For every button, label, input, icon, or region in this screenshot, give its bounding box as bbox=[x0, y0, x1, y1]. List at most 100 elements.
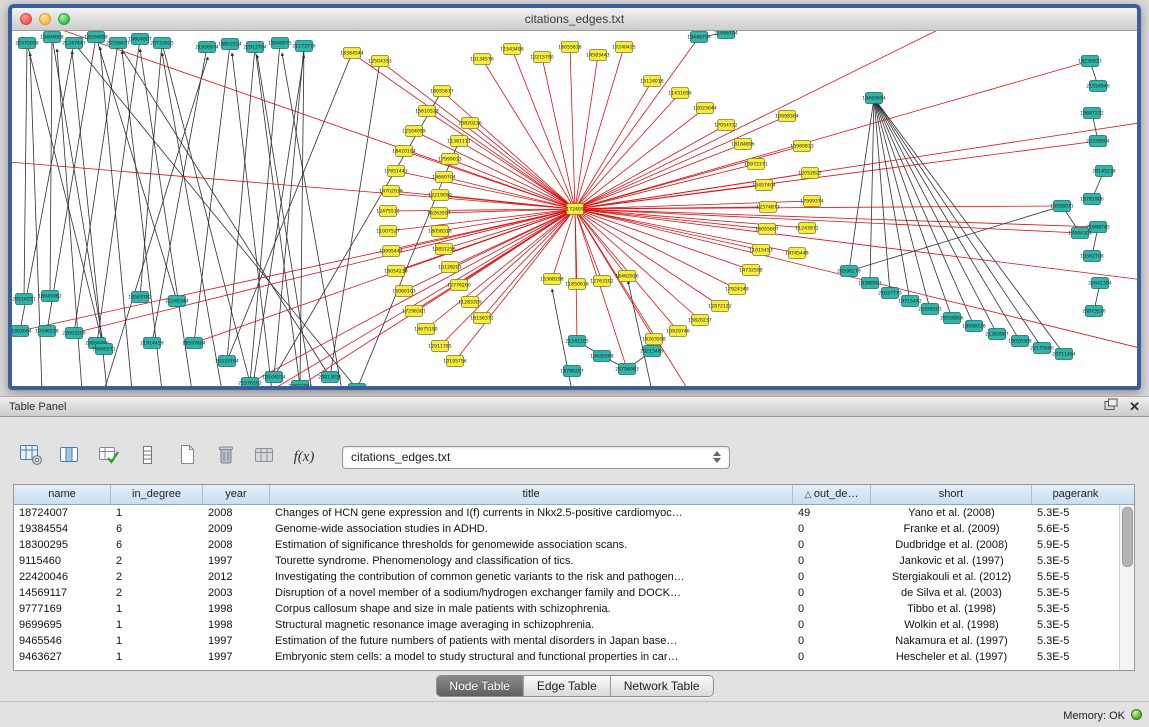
table-body: 1872400712008Changes of HCN gene express… bbox=[14, 505, 1120, 665]
graph-node-label: 10972371 bbox=[744, 162, 767, 168]
graph-node-label: 19995444 bbox=[379, 249, 402, 255]
graph-node-label: 11543498 bbox=[500, 47, 523, 53]
vertical-scrollbar[interactable] bbox=[1119, 505, 1134, 670]
table-cell: 1998 bbox=[203, 601, 270, 617]
graph-node-label: 18384544 bbox=[340, 51, 363, 57]
network-window-titlebar[interactable]: citations_edges.txt bbox=[12, 8, 1137, 31]
table-cell: Yano et al. (2008) bbox=[871, 505, 1032, 521]
close-panel-icon[interactable]: ✕ bbox=[1129, 400, 1140, 413]
graph-node-label: 16263598 bbox=[642, 337, 665, 343]
graph-node-label: 19715442 bbox=[898, 299, 921, 305]
sort-ascending-icon: △ bbox=[804, 489, 813, 499]
tab-node-table[interactable]: Node Table bbox=[436, 676, 523, 696]
graph-node-label: 19435568 bbox=[590, 354, 613, 360]
graph-node-label: 17004308 bbox=[1068, 231, 1091, 237]
table-row[interactable]: 2242004622012Investigating the contribut… bbox=[14, 569, 1120, 585]
graph-node-label: 11850618 bbox=[565, 282, 588, 288]
table-cell: Estimation of the future numbers of pati… bbox=[270, 633, 793, 649]
import-table-icon bbox=[254, 445, 276, 470]
table-cell: Stergiakouli et al. (2012) bbox=[871, 569, 1032, 585]
table-row[interactable]: 1872400712008Changes of HCN gene express… bbox=[14, 505, 1120, 521]
table-cell: 2 bbox=[111, 553, 203, 569]
table-row[interactable]: 1456911722003Disruption of a novel membe… bbox=[14, 585, 1120, 601]
column-header-short[interactable]: short bbox=[871, 485, 1032, 505]
row-height-button[interactable] bbox=[133, 443, 163, 471]
graph-node-label: 17240425 bbox=[612, 45, 635, 51]
function-builder-button[interactable]: f(x) bbox=[289, 443, 319, 471]
graph-node-label: 21247447 bbox=[62, 41, 85, 47]
column-header-in_degree[interactable]: in_degree bbox=[111, 485, 203, 505]
import-table-button[interactable] bbox=[250, 443, 280, 471]
graph-node-label: 20215489 bbox=[640, 349, 663, 355]
show-columns-button[interactable] bbox=[55, 443, 85, 471]
table-row[interactable]: 969969511998Structural magnetic resonanc… bbox=[14, 617, 1120, 633]
combo-arrows-icon bbox=[707, 451, 721, 463]
network-graph[interactable]: 1724091605561715610528125040991842010417… bbox=[12, 31, 1137, 386]
close-window-button[interactable] bbox=[20, 13, 32, 25]
table-cell: 9463627 bbox=[14, 649, 111, 665]
table-row[interactable]: 1938455462009Genome-wide association stu… bbox=[14, 521, 1120, 537]
graph-node-label: 21627779 bbox=[878, 291, 901, 297]
table-row[interactable]: 946554611997Estimation of the future num… bbox=[14, 633, 1120, 649]
float-panel-icon[interactable] bbox=[1104, 398, 1118, 416]
network-window: citations_edges.txt 17240916055617156105… bbox=[8, 4, 1141, 390]
scrollbar-thumb[interactable] bbox=[1122, 507, 1133, 567]
table-cell: 1 bbox=[111, 601, 203, 617]
table-cell: Disruption of a novel member of a sodium… bbox=[270, 585, 793, 601]
application-window: citations_edges.txt 17240916055617156105… bbox=[0, 0, 1149, 727]
table-cell: 5.3E-5 bbox=[1032, 617, 1120, 633]
table-selector-combobox[interactable]: citations_edges.txt bbox=[342, 446, 730, 469]
graph-node-label: 15820236 bbox=[458, 121, 481, 127]
graph-node-label: 17924349 bbox=[725, 287, 748, 293]
graph-node-label: 18420104 bbox=[392, 149, 415, 155]
table-row[interactable]: 977716911998Corpus callosum shape and si… bbox=[14, 601, 1120, 617]
graph-node-label: 19483694 bbox=[862, 96, 885, 102]
graph-node-label: 11007527 bbox=[376, 229, 399, 235]
column-header-name[interactable]: name bbox=[14, 485, 111, 505]
graph-node-label: 22245344 bbox=[165, 299, 188, 305]
table-cell: Franke et al. (2009) bbox=[871, 521, 1032, 537]
graph-node-label: 18204098 bbox=[84, 35, 107, 41]
table-cell: 22420046 bbox=[14, 569, 111, 585]
zoom-window-button[interactable] bbox=[58, 13, 70, 25]
network-canvas[interactable]: 1724091605561715610528125040991842010417… bbox=[12, 31, 1137, 386]
column-header-title[interactable]: title bbox=[270, 485, 793, 505]
new-column-button[interactable] bbox=[172, 443, 202, 471]
table-cell: 6 bbox=[111, 521, 203, 537]
column-header-pagerank[interactable]: pagerank bbox=[1032, 485, 1120, 505]
graph-node-label: 15958031 bbox=[1050, 204, 1073, 210]
table-cell: 18300295 bbox=[14, 537, 111, 553]
graph-node-label: 11015453 bbox=[749, 248, 772, 254]
graph-node-label: 20598278 bbox=[837, 269, 860, 275]
graph-node-label: 19020308 bbox=[1008, 339, 1031, 345]
columns-icon bbox=[59, 445, 81, 470]
table-cell: 0 bbox=[793, 585, 871, 601]
table-row[interactable]: 1830029562008Estimation of significance … bbox=[14, 537, 1120, 553]
graph-node-label: 16055607 bbox=[755, 227, 778, 233]
table-panel-body: f(x) citations_edges.txt namein_degreeye… bbox=[0, 417, 1149, 727]
column-header-year[interactable]: year bbox=[203, 485, 270, 505]
table-cell: 1998 bbox=[203, 617, 270, 633]
column-header-out_de[interactable]: △ out_de… bbox=[793, 485, 871, 505]
minimize-window-button[interactable] bbox=[39, 13, 51, 25]
table-cell: Nakamura et al. (1997) bbox=[871, 633, 1032, 649]
table-cell: 9777169 bbox=[14, 601, 111, 617]
table-cell: 49 bbox=[793, 505, 871, 521]
traffic-lights bbox=[20, 13, 70, 25]
graph-node-label: 15820237 bbox=[688, 318, 711, 324]
graph-node-label: 22641394 bbox=[1088, 281, 1111, 287]
table-cell: 2008 bbox=[203, 537, 270, 553]
graph-node-label: 12763102 bbox=[590, 279, 613, 285]
table-cell: 1 bbox=[111, 633, 203, 649]
table-row[interactable]: 911546021997Tourette syndrome. Phenomeno… bbox=[14, 553, 1120, 569]
table-cell: Corpus callosum shape and size in male p… bbox=[270, 601, 793, 617]
graph-node-label: 21383967 bbox=[985, 332, 1008, 338]
graph-node[interactable] bbox=[349, 384, 366, 387]
tab-edge-table[interactable]: Edge Table bbox=[523, 676, 610, 696]
graph-node-label: 16263597 bbox=[427, 211, 450, 217]
delete-column-button[interactable] bbox=[211, 443, 241, 471]
table-row[interactable]: 946362711997Embryonic stem cells: a mode… bbox=[14, 649, 1120, 665]
table-settings-button[interactable] bbox=[16, 443, 46, 471]
edit-table-button[interactable] bbox=[94, 443, 124, 471]
tab-network-table[interactable]: Network Table bbox=[610, 676, 713, 696]
